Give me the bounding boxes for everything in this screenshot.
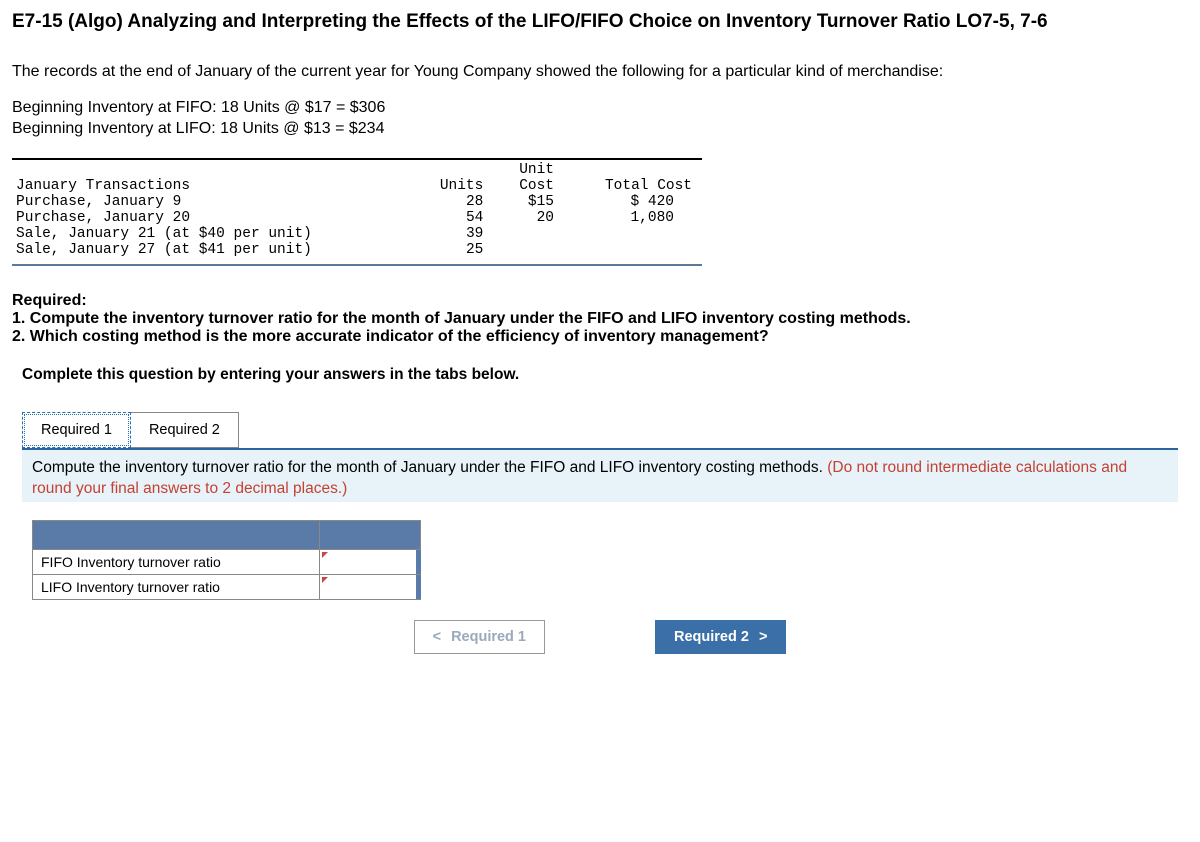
lifo-ratio-input[interactable] [320,574,421,599]
col-header-units: Units [411,162,493,194]
intro-text: The records at the end of January of the… [12,63,1188,81]
trans-units: 39 [411,226,493,242]
trans-total: 1,080 [564,210,702,226]
table-row: FIFO Inventory turnover ratio [33,549,421,574]
table-row: Purchase, January 9 28 $15 $ 420 [12,194,702,210]
tab-required-2[interactable]: Required 2 [130,412,239,448]
beginning-lifo: Beginning Inventory at LIFO: 18 Units @ … [12,118,1188,140]
trans-units: 54 [411,210,493,226]
tab-required-1[interactable]: Required 1 [22,412,131,448]
table-row: Sale, January 27 (at $41 per unit) 25 [12,242,702,258]
col-header-cost: Cost [493,178,564,194]
table-row: Purchase, January 20 54 20 1,080 [12,210,702,226]
tab-panel-required-1: Compute the inventory turnover ratio for… [22,448,1178,502]
table-row: Sale, January 21 (at $40 per unit) 39 [12,226,702,242]
nav-buttons: < Required 1 Required 2 > [32,620,1168,654]
trans-unit-cost [493,226,564,242]
fifo-ratio-label: FIFO Inventory turnover ratio [33,549,320,574]
next-button-label: Required 2 [674,629,749,645]
required-line-2: 2. Which costing method is the more accu… [12,328,769,345]
trans-label: Purchase, January 20 [12,210,411,226]
transactions-table: January Transactions Units Unit Total Co… [12,162,702,258]
trans-label: Purchase, January 9 [12,194,411,210]
trans-units: 28 [411,194,493,210]
chevron-right-icon: > [759,629,767,645]
lifo-ratio-label: LIFO Inventory turnover ratio [33,574,320,599]
tab-strip: Required 1 Required 2 [22,412,1188,448]
beginning-fifo: Beginning Inventory at FIFO: 18 Units @ … [12,97,1188,119]
trans-unit-cost: $15 [493,194,564,210]
input-indicator-icon [322,577,328,583]
answer-area: FIFO Inventory turnover ratio LIFO Inven… [22,520,1178,664]
trans-total: $ 420 [564,194,702,210]
next-required-button[interactable]: Required 2 > [655,620,786,654]
prev-required-button[interactable]: < Required 1 [414,620,545,654]
trans-total [564,226,702,242]
trans-label: Sale, January 21 (at $40 per unit) [12,226,411,242]
complete-instruction: Complete this question by entering your … [22,366,1178,384]
required-line-1: 1. Compute the inventory turnover ratio … [12,310,911,327]
required-heading: Required: [12,292,87,309]
answer-header-blank-value [320,520,421,549]
fifo-ratio-input[interactable] [320,549,421,574]
chevron-left-icon: < [433,629,441,645]
trans-total [564,242,702,258]
trans-label: Sale, January 27 (at $41 per unit) [12,242,411,258]
trans-units: 25 [411,242,493,258]
tab-instruction: Compute the inventory turnover ratio for… [32,458,1168,500]
problem-title: E7-15 (Algo) Analyzing and Interpreting … [12,10,1188,35]
transactions-table-wrap: January Transactions Units Unit Total Co… [12,158,702,266]
col-header-unit: Unit [493,162,564,178]
input-indicator-icon [322,552,328,558]
tab-instruction-main: Compute the inventory turnover ratio for… [32,459,827,476]
trans-unit-cost: 20 [493,210,564,226]
answer-table: FIFO Inventory turnover ratio LIFO Inven… [32,520,421,600]
col-header-total-cost: Total Cost [564,162,702,194]
trans-unit-cost [493,242,564,258]
prev-button-label: Required 1 [451,629,526,645]
table-row: LIFO Inventory turnover ratio [33,574,421,599]
beginning-inventory-block: Beginning Inventory at FIFO: 18 Units @ … [12,97,1188,140]
col-header-transactions: January Transactions [12,162,411,194]
required-block: Required: 1. Compute the inventory turno… [12,292,1188,346]
answer-header-blank-label [33,520,320,549]
